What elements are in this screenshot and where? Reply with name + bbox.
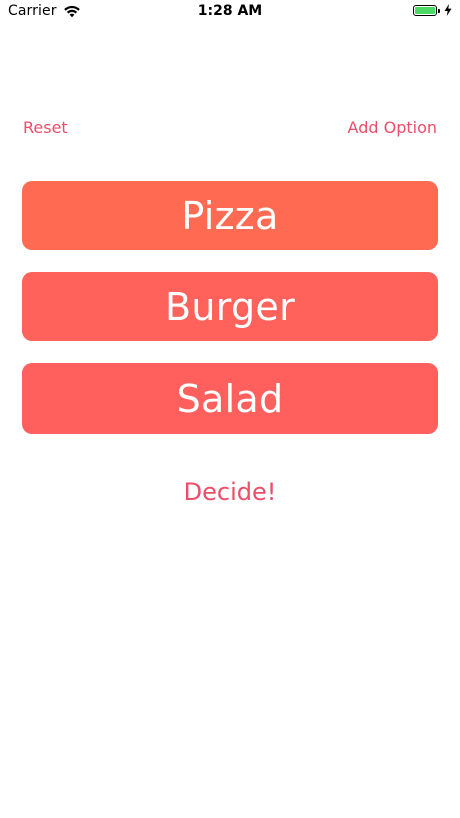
battery-icon bbox=[413, 4, 440, 16]
status-bar: Carrier 1:28 AM bbox=[0, 0, 460, 24]
option-button-pizza[interactable]: Pizza bbox=[22, 181, 438, 250]
add-option-button[interactable]: Add Option bbox=[348, 118, 437, 137]
options-list: Pizza Burger Salad bbox=[22, 181, 438, 456]
battery-level-fill bbox=[415, 6, 435, 14]
reset-button[interactable]: Reset bbox=[23, 118, 68, 137]
battery-group bbox=[413, 4, 452, 16]
app-screen: Carrier 1:28 AM Reset Add Option Pizza B… bbox=[0, 0, 460, 818]
decide-button[interactable]: Decide! bbox=[0, 478, 460, 506]
status-time: 1:28 AM bbox=[197, 3, 263, 19]
charging-bolt-icon bbox=[444, 4, 452, 16]
option-button-salad[interactable]: Salad bbox=[22, 363, 438, 434]
option-button-burger[interactable]: Burger bbox=[22, 272, 438, 341]
battery-tip bbox=[438, 8, 440, 13]
